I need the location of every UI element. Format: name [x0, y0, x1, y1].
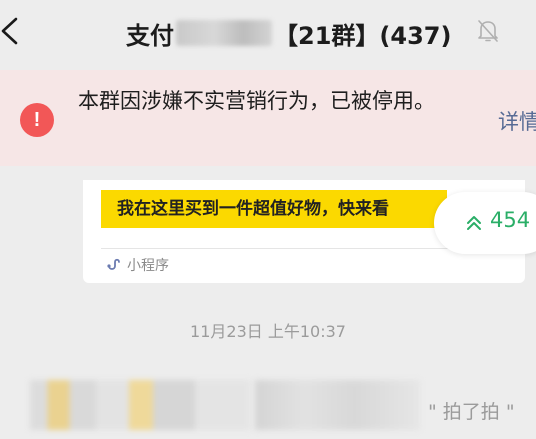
back-arrow-icon[interactable] — [0, 14, 24, 48]
banner-message: 本群因涉嫌不实营销行为，已被停用。 — [78, 89, 435, 113]
group-disabled-banner — [0, 70, 536, 166]
double-chevron-up-icon — [467, 216, 481, 230]
redacted-username — [255, 380, 420, 430]
chat-title: 支付 【21群】(437) — [126, 14, 451, 52]
chat-header: 支付 【21群】(437) — [0, 0, 536, 66]
mini-program-label: 小程序 — [127, 258, 169, 274]
banner-details-link[interactable]: 详情 — [498, 106, 536, 136]
redacted-group-name — [176, 20, 272, 46]
card-promo-text: 我在这里买到一件超值好物，快来看 — [101, 190, 447, 228]
chat-title-prefix: 支付 — [126, 21, 174, 50]
unread-messages-button[interactable]: 454 — [434, 192, 536, 254]
redacted-username — [30, 380, 250, 430]
message-timestamp: 11月23日 上午10:37 — [190, 322, 346, 341]
pat-system-message: " 拍了拍 " — [428, 401, 515, 423]
muted-bell-icon — [478, 20, 498, 42]
unread-count: 454 — [490, 208, 531, 232]
chat-title-suffix: 【21群】(437) — [274, 21, 452, 50]
mini-program-icon — [107, 258, 120, 270]
alert-icon: ! — [20, 103, 54, 137]
